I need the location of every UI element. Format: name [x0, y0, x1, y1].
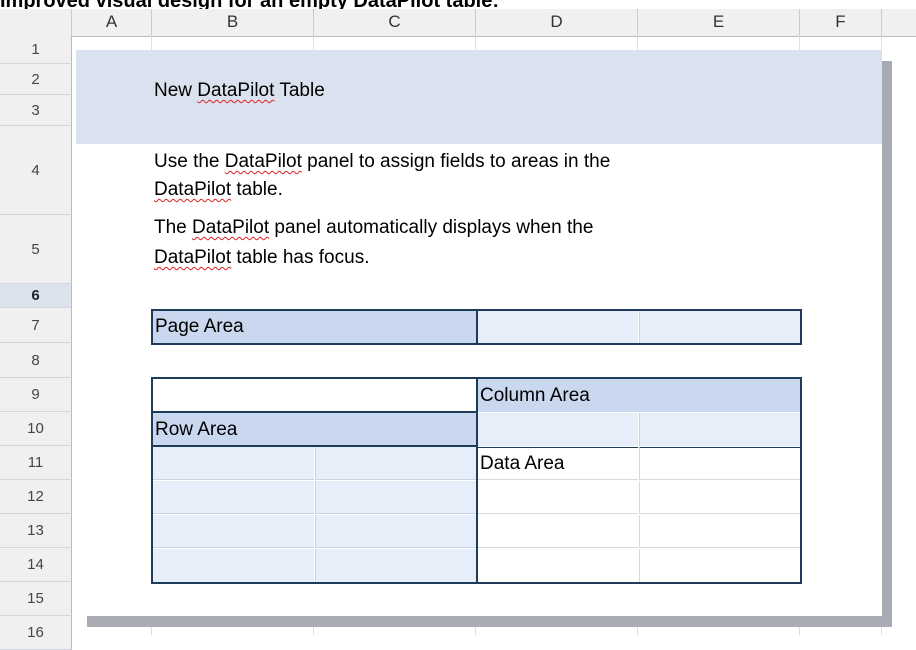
row-header-15[interactable]: 15	[0, 582, 72, 616]
data-area-label[interactable]: Data Area	[477, 447, 638, 480]
column-header-f[interactable]: F	[800, 9, 882, 36]
row-header-6[interactable]: 6	[0, 284, 72, 308]
data-cell[interactable]	[639, 549, 800, 582]
page-area-label[interactable]: Page Area	[152, 310, 476, 343]
page-area-field[interactable]	[477, 310, 638, 343]
data-cell[interactable]	[477, 549, 638, 582]
row-header-14[interactable]: 14	[0, 548, 72, 582]
row-header-13[interactable]: 13	[0, 514, 72, 548]
instruction-line-4: DataPilot table has focus.	[154, 247, 370, 268]
data-cell[interactable]	[639, 515, 800, 548]
column-header-b[interactable]: B	[152, 9, 314, 36]
row-field-cell[interactable]	[315, 447, 476, 480]
page-area-divider	[476, 309, 478, 345]
row-field-cell[interactable]	[315, 481, 476, 514]
row-header-16[interactable]: 16	[0, 616, 72, 650]
column-header-a[interactable]: A	[72, 9, 152, 36]
row-header-7[interactable]: 7	[0, 308, 72, 343]
data-cell[interactable]	[639, 481, 800, 514]
row-header-11[interactable]: 11	[0, 446, 72, 480]
row-header-2[interactable]: 2	[0, 64, 72, 95]
row-field-cell[interactable]	[315, 515, 476, 548]
row-field-cell[interactable]	[152, 549, 314, 582]
row-area-label[interactable]: Row Area	[152, 413, 476, 446]
column-header-e[interactable]: E	[638, 9, 800, 36]
row-header-10[interactable]: 10	[0, 412, 72, 446]
column-field-cell[interactable]	[639, 413, 800, 446]
row-header-12[interactable]: 12	[0, 480, 72, 514]
row-header-3[interactable]: 3	[0, 95, 72, 126]
page-area-field[interactable]	[639, 310, 800, 343]
row-field-cell[interactable]	[152, 515, 314, 548]
data-cell[interactable]	[639, 447, 800, 480]
instruction-line-2: DataPilot table.	[154, 179, 283, 200]
datapilot-title: New DataPilot Table	[154, 80, 325, 101]
pivot-divider	[151, 411, 477, 413]
column-header-overflow	[882, 9, 916, 36]
row-header-5[interactable]: 5	[0, 215, 72, 284]
select-all-corner[interactable]	[0, 9, 72, 36]
column-header-d[interactable]: D	[476, 9, 638, 36]
row-field-cell[interactable]	[152, 447, 314, 480]
column-area-label[interactable]: Column Area	[477, 379, 800, 412]
column-header-bar: A B C D E F	[0, 9, 916, 37]
data-cell[interactable]	[477, 515, 638, 548]
pivot-divider	[476, 377, 478, 584]
instruction-line-3: The DataPilot panel automatically displa…	[154, 217, 594, 238]
column-header-c[interactable]: C	[314, 9, 476, 36]
instruction-line-1: Use the DataPilot panel to assign fields…	[154, 151, 611, 172]
corner-cell[interactable]	[152, 379, 476, 412]
row-field-cell[interactable]	[152, 481, 314, 514]
row-header-9[interactable]: 9	[0, 378, 72, 412]
row-header-8[interactable]: 8	[0, 343, 72, 378]
row-header-1[interactable]: 1	[0, 36, 72, 64]
data-cell[interactable]	[477, 481, 638, 514]
pivot-divider	[151, 445, 477, 447]
row-field-cell[interactable]	[315, 549, 476, 582]
row-header-4[interactable]: 4	[0, 126, 72, 215]
column-field-cell[interactable]	[477, 413, 638, 446]
